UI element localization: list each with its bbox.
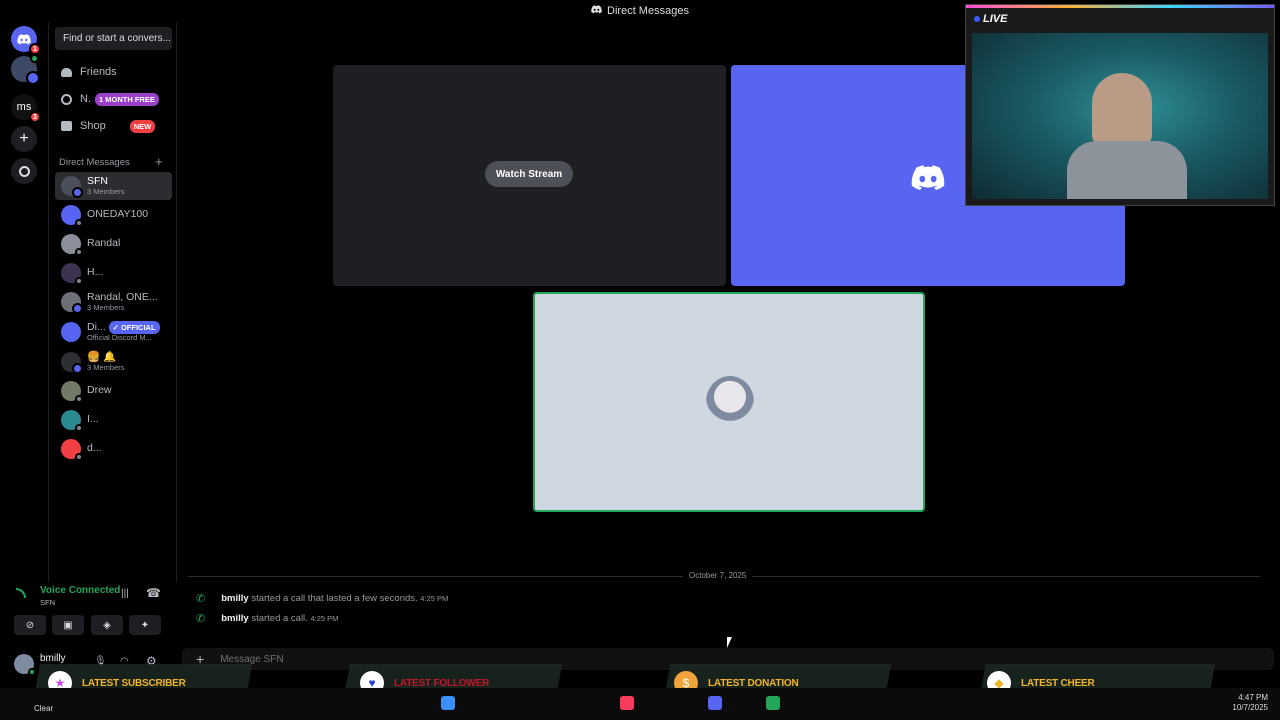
create-dm-icon[interactable]: + bbox=[155, 154, 163, 169]
app-icon[interactable] bbox=[766, 696, 780, 710]
window-title: Direct Messages bbox=[607, 5, 689, 17]
camera-off-icon: ⊘ bbox=[25, 619, 35, 631]
soundboard-button[interactable]: ✦ bbox=[129, 615, 161, 635]
search-input[interactable]: Find or start a convers... bbox=[55, 27, 172, 50]
taskbar: Clear 4:47 PM 10/7/2025 bbox=[0, 688, 1280, 720]
discord-icon bbox=[911, 165, 945, 196]
ms-badge: 3 bbox=[29, 111, 41, 123]
dm-sidebar: Find or start a convers... Friends N. 1 … bbox=[48, 22, 177, 582]
shop-icon bbox=[61, 121, 72, 131]
noise-suppression-icon[interactable]: ||| bbox=[121, 588, 129, 599]
nitro-pill: 1 MONTH FREE bbox=[95, 92, 159, 106]
avatar bbox=[61, 410, 83, 432]
phone-icon: ✆ bbox=[196, 613, 206, 625]
signal-icon bbox=[16, 588, 28, 600]
avatar bbox=[61, 352, 83, 374]
nav-shop[interactable]: Shop NEW bbox=[55, 114, 172, 138]
screen-share-icon: ▣ bbox=[63, 619, 73, 631]
avatar bbox=[61, 381, 83, 403]
webcam-overlay: LIVE bbox=[965, 4, 1275, 206]
avatar bbox=[61, 176, 83, 198]
phone-icon: ✆ bbox=[196, 593, 206, 605]
chat-message: ✆ bmilly started a call that lasted a fe… bbox=[196, 593, 449, 605]
dm-item[interactable]: Randal bbox=[55, 230, 172, 258]
nitro-icon bbox=[61, 93, 72, 105]
dm-item[interactable]: Drew bbox=[55, 377, 172, 405]
dm-item[interactable]: I... bbox=[55, 406, 172, 434]
mouse-cursor bbox=[727, 637, 732, 648]
dm-item[interactable]: H... bbox=[55, 259, 172, 287]
chat-message: ✆ bmilly started a call. 4:25 PM bbox=[196, 613, 339, 625]
dm-item[interactable]: d... bbox=[55, 435, 172, 463]
share-screen-button[interactable]: ▣ bbox=[52, 615, 84, 635]
dm-item[interactable]: Randal, ONE... 3 Members bbox=[55, 288, 172, 316]
stream-tile[interactable]: Watch Stream bbox=[333, 65, 726, 286]
watch-stream-button[interactable]: Watch Stream bbox=[485, 161, 573, 187]
avatar bbox=[61, 205, 83, 227]
speaking-participant-tile[interactable] bbox=[533, 292, 925, 512]
start-icon[interactable] bbox=[441, 696, 455, 710]
compass-icon bbox=[18, 165, 30, 177]
weather-widget[interactable]: Clear bbox=[34, 704, 53, 713]
dm-item[interactable]: 🍔 🔔 3 Members bbox=[55, 348, 172, 376]
nav-nitro[interactable]: N. 1 MONTH FREE bbox=[55, 87, 172, 111]
date-divider: October 7, 2025 bbox=[683, 571, 753, 580]
alert-label: LATEST DONATION bbox=[708, 677, 799, 689]
avatar bbox=[61, 292, 83, 314]
live-indicator: LIVE bbox=[974, 13, 1007, 25]
home-button[interactable]: 1 bbox=[11, 26, 41, 55]
soundboard-icon: ✦ bbox=[140, 619, 150, 631]
alert-label: LATEST FOLLOWER bbox=[394, 677, 490, 689]
avatar bbox=[61, 439, 83, 461]
add-server-button[interactable]: + bbox=[11, 126, 37, 152]
clock[interactable]: 4:47 PM 10/7/2025 bbox=[1222, 693, 1268, 714]
camera-off-button[interactable]: ⊘ bbox=[14, 615, 46, 635]
music-app-icon[interactable] bbox=[620, 696, 634, 710]
avatar bbox=[61, 234, 83, 256]
avatar bbox=[61, 322, 81, 342]
discord-icon bbox=[591, 5, 602, 17]
dm-item[interactable]: SFN 3 Members bbox=[55, 172, 172, 200]
avatar bbox=[61, 263, 83, 285]
server-avatar[interactable] bbox=[11, 54, 40, 85]
alert-label: LATEST SUBSCRIBER bbox=[82, 677, 186, 689]
discover-button[interactable] bbox=[11, 158, 37, 184]
discord-app-icon[interactable] bbox=[708, 696, 722, 710]
avatar bbox=[706, 376, 754, 428]
gamepad-icon: ◈ bbox=[103, 619, 111, 631]
username: bmilly bbox=[40, 653, 66, 664]
voice-channel[interactable]: SFN bbox=[40, 598, 55, 607]
webcam-feed bbox=[972, 33, 1268, 199]
server-ms[interactable]: ms 3 bbox=[11, 94, 41, 123]
activity-button[interactable]: ◈ bbox=[91, 615, 123, 635]
dm-header: Direct Messages bbox=[59, 157, 130, 168]
dm-item[interactable]: ONEDAY100 bbox=[55, 201, 172, 229]
disconnect-icon[interactable]: ☎ bbox=[146, 586, 161, 600]
voice-status: Voice Connected bbox=[40, 585, 120, 596]
new-pill: NEW bbox=[129, 119, 156, 133]
dm-item[interactable]: Di... ✓ OFFICIAL Official Discord M... bbox=[55, 318, 172, 346]
alert-label: LATEST CHEER bbox=[1021, 677, 1095, 689]
plus-icon: + bbox=[19, 130, 29, 147]
friends-icon bbox=[61, 67, 72, 77]
nav-friends[interactable]: Friends bbox=[55, 60, 172, 84]
